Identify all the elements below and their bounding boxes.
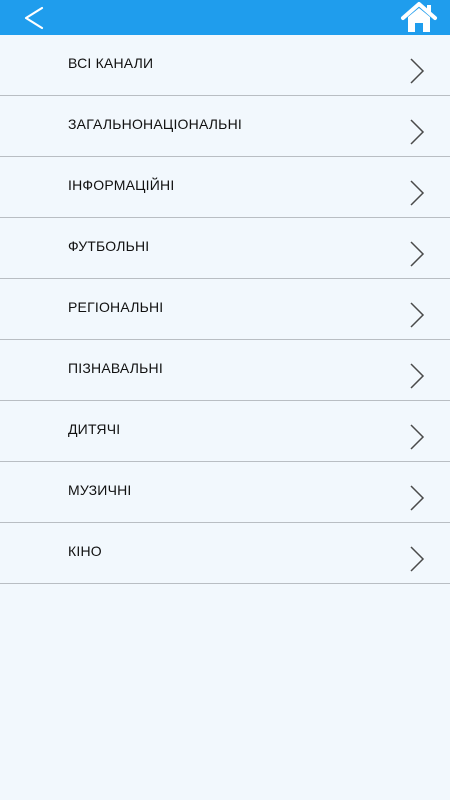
list-item[interactable]: ВСІ КАНАЛИ <box>0 35 450 96</box>
list-item-label: РЕГІОНАЛЬНІ <box>68 299 164 315</box>
chevron-right-icon <box>410 302 425 328</box>
list-item-label: ВСІ КАНАЛИ <box>68 55 154 71</box>
top-app-bar <box>0 0 450 35</box>
list-item[interactable]: ІНФОРМАЦІЙНІ <box>0 157 450 218</box>
list-item-label: ФУТБОЛЬНІ <box>68 238 150 254</box>
list-item-label: МУЗИЧНІ <box>68 482 132 498</box>
list-item[interactable]: ПІЗНАВАЛЬНІ <box>0 340 450 401</box>
chevron-right-icon <box>410 363 425 389</box>
home-button[interactable] <box>400 1 438 34</box>
chevron-right-icon <box>410 546 425 572</box>
chevron-right-icon <box>410 119 425 145</box>
chevron-right-icon <box>410 180 425 206</box>
chevron-right-icon <box>410 58 425 84</box>
list-item-label: ДИТЯЧІ <box>68 421 121 437</box>
list-item[interactable]: ЗАГАЛЬНОНАЦІОНАЛЬНІ <box>0 96 450 157</box>
list-item-label: ПІЗНАВАЛЬНІ <box>68 360 163 376</box>
list-item[interactable]: МУЗИЧНІ <box>0 462 450 523</box>
list-item-label: ІНФОРМАЦІЙНІ <box>68 177 175 193</box>
list-item-label: ЗАГАЛЬНОНАЦІОНАЛЬНІ <box>68 116 242 132</box>
chevron-right-icon <box>410 485 425 511</box>
list-item[interactable]: КІНО <box>0 523 450 584</box>
home-icon <box>401 2 437 32</box>
back-button[interactable] <box>20 5 48 31</box>
list-item[interactable]: ФУТБОЛЬНІ <box>0 218 450 279</box>
category-list: ВСІ КАНАЛИ ЗАГАЛЬНОНАЦІОНАЛЬНІ ІНФОРМАЦІ… <box>0 35 450 584</box>
list-item-label: КІНО <box>68 543 102 559</box>
list-item[interactable]: РЕГІОНАЛЬНІ <box>0 279 450 340</box>
chevron-right-icon <box>410 241 425 267</box>
chevron-right-icon <box>410 424 425 450</box>
chevron-left-icon <box>24 6 44 30</box>
list-item[interactable]: ДИТЯЧІ <box>0 401 450 462</box>
